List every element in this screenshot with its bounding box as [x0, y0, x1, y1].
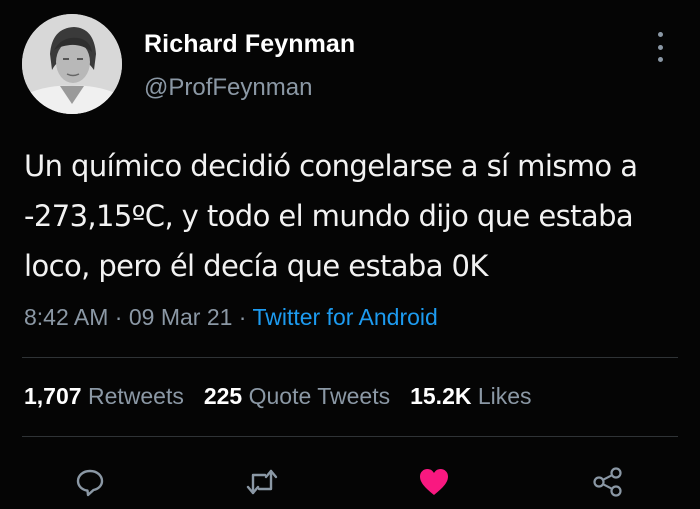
- divider: [22, 357, 678, 358]
- tweet-card: Richard Feynman @ProfFeynman Un químico …: [0, 0, 700, 509]
- tweet-source-link[interactable]: Twitter for Android: [252, 304, 437, 330]
- tweet-text-line: loco, pero él decía que estaba 0K: [24, 249, 488, 283]
- tweet-meta: 8:42 AM · 09 Mar 21 · Twitter for Androi…: [24, 304, 438, 331]
- quotes-label: Quote Tweets: [248, 383, 391, 409]
- meta-separator: ·: [232, 304, 253, 330]
- retweet-icon[interactable]: [242, 462, 282, 502]
- reply-icon[interactable]: [70, 462, 110, 502]
- tweet-text-line: Un químico decidió congelarse a sí mismo…: [24, 149, 638, 183]
- retweets-count: 1,707: [24, 383, 82, 409]
- quotes-stat[interactable]: 225 Quote Tweets: [204, 383, 390, 409]
- tweet-stats: 1,707 Retweets 225 Quote Tweets 15.2K Like…: [24, 383, 532, 410]
- retweets-label: Retweets: [87, 383, 184, 409]
- likes-stat[interactable]: 15.2K Likes: [410, 383, 531, 409]
- likes-label: Likes: [477, 383, 532, 409]
- like-icon[interactable]: [414, 462, 454, 502]
- more-icon[interactable]: [650, 32, 670, 62]
- divider: [22, 436, 678, 437]
- tweet-time: 8:42 AM: [24, 304, 109, 330]
- tweet-text: Un químico decidió congelarse a sí mismo…: [24, 141, 684, 291]
- meta-separator: ·: [108, 304, 129, 330]
- likes-count: 15.2K: [410, 383, 472, 409]
- quotes-count: 225: [203, 383, 243, 409]
- avatar[interactable]: [22, 14, 122, 114]
- share-icon[interactable]: [588, 462, 628, 502]
- retweets-stat[interactable]: 1,707 Retweets: [24, 383, 184, 409]
- tweet-date: 09 Mar 21: [128, 304, 233, 330]
- tweet-text-line: -273,15ºC, y todo el mundo dijo que esta…: [24, 199, 634, 233]
- author-name[interactable]: Richard Feynman: [144, 30, 355, 59]
- author-handle[interactable]: @ProfFeynman: [144, 74, 312, 102]
